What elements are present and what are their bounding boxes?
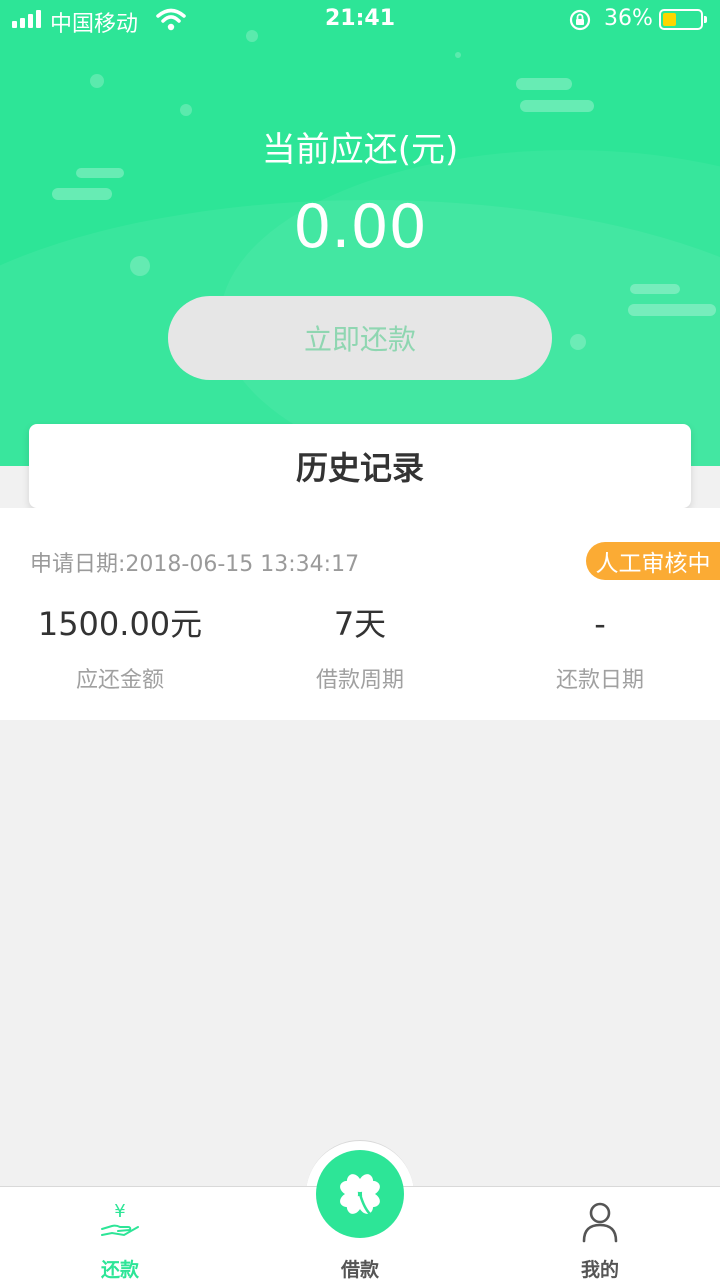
- tab-borrow-label: 借款: [340, 1259, 379, 1280]
- tab-repay-label: 还款: [100, 1259, 139, 1280]
- decor-dot: [570, 334, 586, 350]
- status-bar: 中国移动 21:41 36%: [0, 0, 720, 40]
- tab-repay[interactable]: ¥ 还款: [0, 1187, 240, 1280]
- apply-date: 申请日期:2018-06-15 13:34:17: [30, 552, 360, 577]
- repay-date-value: -: [594, 605, 606, 643]
- loan-period-column: 7天 借款周期: [240, 602, 480, 694]
- decor-dot: [455, 52, 461, 58]
- battery-icon: [659, 9, 707, 30]
- history-header: 历史记录: [29, 424, 691, 508]
- svg-text:¥: ¥: [114, 1201, 125, 1222]
- tab-mine[interactable]: 我的: [480, 1187, 720, 1280]
- decor-cloud: [516, 78, 572, 90]
- battery-fill: [663, 13, 676, 26]
- loan-record[interactable]: 申请日期:2018-06-15 13:34:17 人工审核中 1500.00元 …: [0, 508, 720, 720]
- status-badge: 人工审核中: [586, 542, 720, 580]
- current-due-label: 当前应还(元): [261, 130, 459, 170]
- profile-icon: [582, 1202, 618, 1243]
- amount-due-column: 1500.00元 应还金额: [0, 602, 240, 694]
- decor-cloud: [520, 100, 594, 112]
- decor-dot: [90, 74, 104, 88]
- repay-icon: ¥: [101, 1201, 139, 1237]
- clover-icon: [340, 1174, 380, 1216]
- amount-due-value: 1500.00元: [37, 605, 203, 643]
- decor-cloud: [628, 304, 716, 316]
- tab-mine-label: 我的: [580, 1259, 619, 1280]
- decor-cloud: [630, 284, 680, 294]
- current-due-amount: 0.00: [293, 192, 427, 262]
- borrow-center-button[interactable]: [316, 1150, 404, 1238]
- repay-date-label: 还款日期: [555, 668, 644, 693]
- loan-period-value: 7天: [333, 605, 387, 643]
- repay-date-column: - 还款日期: [480, 602, 720, 694]
- amount-due-label: 应还金额: [75, 668, 164, 693]
- battery-percent: 36%: [604, 6, 653, 31]
- repay-now-button[interactable]: 立即还款: [168, 296, 552, 380]
- loan-period-label: 借款周期: [315, 668, 404, 693]
- decor-dot: [180, 104, 192, 116]
- rotation-lock-icon: [569, 9, 591, 31]
